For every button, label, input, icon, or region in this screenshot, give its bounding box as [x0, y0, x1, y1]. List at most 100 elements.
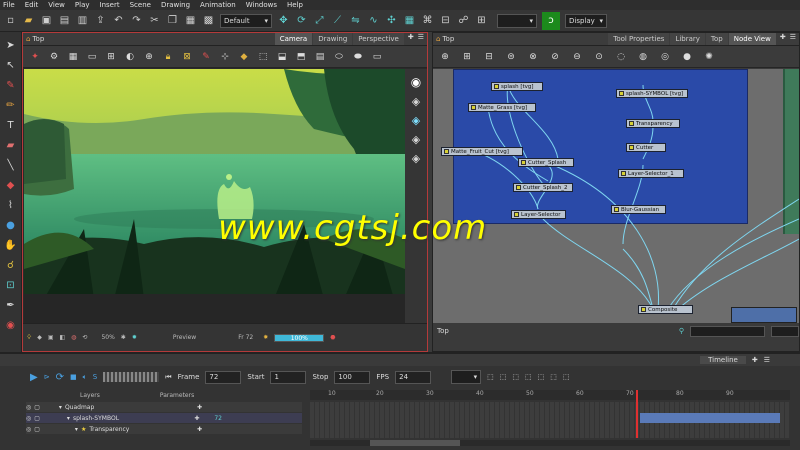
eraser-icon[interactable]: ▰	[4, 138, 18, 152]
tab-drawing[interactable]: Drawing	[313, 33, 353, 45]
timeline-ruler[interactable]: 10 20 30 40 50 60 70 80 90	[310, 390, 790, 400]
hand-icon[interactable]: ✋	[4, 238, 18, 252]
brush-icon[interactable]: ✎	[4, 78, 18, 92]
layer-row[interactable]: ◎ ▢ ▾ splash-SYMBOL ✚ 72	[26, 413, 302, 423]
reset-view-icon[interactable]: ⬬	[352, 51, 364, 63]
node-layer-selector-1[interactable]: Layer-Selector_1	[618, 169, 684, 178]
bitmap-layer-icon[interactable]: ⬚	[257, 51, 269, 63]
add-param-icon[interactable]: ✚	[197, 404, 202, 411]
layer-stack-alt-icon[interactable]: ◈	[412, 133, 420, 146]
reset-rotation-icon[interactable]: ⟲	[82, 334, 87, 341]
menu-play[interactable]: Play	[75, 1, 90, 9]
menu-view[interactable]: View	[48, 1, 65, 9]
visibility-icon[interactable]: ◎	[26, 426, 31, 433]
node-shadow-icon[interactable]: ●	[681, 51, 693, 63]
node-cutter-splash-2[interactable]: Cutter_Splash_2	[513, 183, 573, 192]
node-colour-icon[interactable]: ◎	[659, 51, 671, 63]
tab-tool-properties[interactable]: Tool Properties	[608, 33, 670, 45]
loop-icon[interactable]: ⟳	[56, 372, 64, 383]
grid-icon[interactable]: ▦	[403, 14, 416, 27]
bone-tool-icon[interactable]: ☌	[4, 258, 18, 272]
layer-stack-icon[interactable]: ◈	[412, 95, 420, 108]
node-splash-symbol[interactable]: splash-SYMBOL [tvg]	[616, 89, 688, 98]
pencil-icon[interactable]: ✏	[4, 98, 18, 112]
node-glow-icon[interactable]: ✺	[703, 51, 715, 63]
node-composite-icon[interactable]: ⊜	[505, 51, 517, 63]
add-param-icon[interactable]: ✚	[194, 415, 199, 422]
light-table-icon[interactable]: ◆	[238, 51, 250, 63]
copy-icon[interactable]: ❐	[166, 14, 179, 27]
import-icon[interactable]: ⇪	[94, 14, 107, 27]
layer-row[interactable]: ◎ ▢ ▾ Quadmap ✚	[26, 402, 302, 412]
tab-camera[interactable]: Camera	[274, 33, 313, 45]
node-transparency[interactable]: Transparency	[626, 119, 680, 128]
field-guide-icon[interactable]: ⊞	[105, 51, 117, 63]
node-group-icon[interactable]: ⊞	[461, 51, 473, 63]
previous-key-icon[interactable]: ⬚	[550, 373, 557, 381]
tab-library[interactable]: Library	[670, 33, 705, 45]
menu-windows[interactable]: Windows	[246, 1, 277, 9]
render-icon[interactable]: ▤	[314, 51, 326, 63]
paint-bucket-icon[interactable]: ◆	[4, 178, 18, 192]
display-select[interactable]: Display ▾	[565, 13, 607, 28]
morph-icon[interactable]: ◉	[4, 318, 18, 332]
node-effect-icon[interactable]: ⊙	[593, 51, 605, 63]
bone-icon[interactable]: ☍	[457, 14, 470, 27]
cut-icon[interactable]: ✂	[148, 14, 161, 27]
game-bone-icon[interactable]: ⊞	[475, 14, 488, 27]
save-as-icon[interactable]: ▤	[58, 14, 71, 27]
play-range-icon[interactable]: ⊳	[44, 373, 50, 381]
animate-icon[interactable]: ✦	[29, 51, 41, 63]
node-transparency-icon[interactable]: ◍	[637, 51, 649, 63]
paste-icon[interactable]: ▦	[184, 14, 197, 27]
timeline-grid[interactable]	[310, 390, 790, 438]
node-search-input[interactable]	[689, 325, 765, 337]
node-blur-icon[interactable]: ◌	[615, 51, 627, 63]
add-tab-icon[interactable]: ✚	[405, 33, 417, 45]
new-icon[interactable]: ▫	[4, 14, 17, 27]
layer-row[interactable]: ◎ ▢ ▾ ★ Transparency ✚	[26, 424, 302, 434]
node-cutter-splash[interactable]: Cutter_Splash	[518, 158, 574, 167]
node-library-icon[interactable]: ⊕	[439, 51, 451, 63]
grid-icon[interactable]: ▦	[67, 51, 79, 63]
layer-stack-active-icon[interactable]: ◈	[412, 114, 420, 127]
motion-key-icon[interactable]: ⬚	[525, 373, 532, 381]
redo-icon[interactable]: ↷	[130, 14, 143, 27]
panel-menu-icon[interactable]: ☰	[790, 33, 796, 45]
contour-editor-icon[interactable]: ↖	[4, 58, 18, 72]
ruler-icon[interactable]: ⬭	[333, 51, 345, 63]
transform-icon[interactable]: ✥	[277, 14, 290, 27]
menu-animation[interactable]: Animation	[200, 1, 236, 9]
frame-icon[interactable]: ▣	[48, 334, 54, 341]
preview-eye-icon[interactable]: ◉	[411, 75, 421, 89]
menu-file[interactable]: File	[3, 1, 15, 9]
node-cutter[interactable]: Cutter	[626, 143, 666, 152]
layer-stack-extra-icon[interactable]: ◈	[412, 152, 420, 165]
onion-skin-icon[interactable]: ◐	[124, 51, 136, 63]
lock-icon[interactable]: ▢	[34, 404, 40, 411]
add-param-icon[interactable]: ✚	[197, 426, 202, 433]
vector-layer-icon[interactable]: ⬓	[276, 51, 288, 63]
save-icon[interactable]: ▣	[40, 14, 53, 27]
pivot-icon[interactable]: ✣	[385, 14, 398, 27]
menu-help[interactable]: Help	[287, 1, 303, 9]
add-tab-icon[interactable]: ✚	[777, 33, 789, 45]
node-layer-selector[interactable]: Layer-Selector	[511, 210, 566, 219]
pen-icon[interactable]: ✒	[4, 298, 18, 312]
playback-speed-slider[interactable]	[103, 372, 160, 382]
node-matte-fruit-cut[interactable]: Matte_Fruit_Cut [tvg]	[441, 147, 523, 156]
lock-icon[interactable]: ▢	[34, 415, 40, 422]
transform-tool-icon[interactable]: ⊡	[4, 278, 18, 292]
play-icon[interactable]: ▶	[30, 372, 38, 383]
visibility-icon[interactable]: ◎	[26, 404, 31, 411]
sound-scrub-icon[interactable]: S	[93, 373, 97, 381]
fps-field[interactable]: 24	[395, 370, 432, 384]
menu-edit[interactable]: Edit	[25, 1, 39, 9]
rotate-icon[interactable]: ⟳	[295, 14, 308, 27]
stop-icon[interactable]: ■	[70, 373, 77, 381]
menu-insert[interactable]: Insert	[100, 1, 120, 9]
node-peg-icon[interactable]: ⊟	[483, 51, 495, 63]
timeline-scrollbar[interactable]	[310, 440, 790, 446]
curve-icon[interactable]: ∿	[367, 14, 380, 27]
transform-view-icon[interactable]: ⊹	[219, 51, 231, 63]
